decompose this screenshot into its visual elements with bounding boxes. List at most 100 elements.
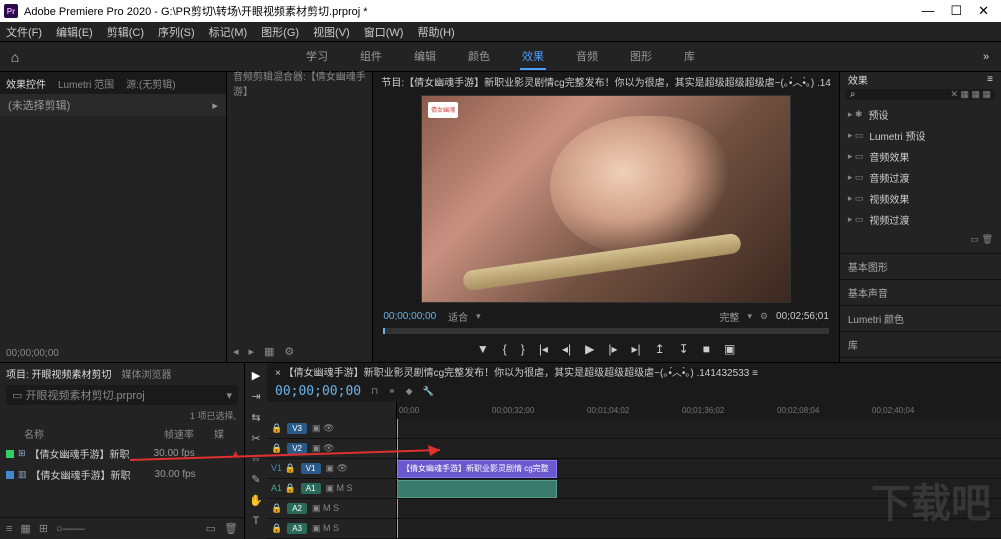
pen-tool-icon[interactable]: ✎	[251, 473, 260, 486]
trash-icon[interactable]: 🗑	[224, 522, 238, 535]
marker-icon[interactable]: ◆	[406, 386, 413, 397]
slip-tool-icon[interactable]: ⇔	[251, 453, 262, 465]
icon-view-icon[interactable]: ▦	[20, 522, 30, 535]
accordion-essential-sound[interactable]: 基本声音	[840, 280, 1001, 306]
sequence-title[interactable]: × 【倩女幽魂手游】新职业影灵剧情cg完整发布！你以为很虐，其实是超级超级超级虐…	[267, 363, 1001, 380]
track-a1[interactable]: A1 🔒A1▣ M S	[267, 479, 396, 499]
resolution[interactable]: 完整	[719, 309, 739, 324]
accordion-essential-graphics[interactable]: 基本图形	[840, 254, 1001, 280]
workspace-assembly[interactable]: 组件	[358, 44, 384, 70]
menu-marker[interactable]: 标记(M)	[209, 24, 248, 40]
accordion-lumetri-color[interactable]: Lumetri 颜色	[840, 306, 1001, 332]
zoom-slider[interactable]: ○——	[56, 523, 85, 535]
add-marker-icon[interactable]: ▼	[477, 342, 489, 356]
video-clip[interactable]: 【倩女幽魂手游】新职业影灵剧情 cg完整	[397, 460, 557, 478]
lift-icon[interactable]: ↥	[655, 342, 665, 356]
trash-icon[interactable]: 🗑	[982, 234, 993, 244]
workspace-overflow-icon[interactable]: »	[971, 51, 1001, 63]
tab-source[interactable]: 源:(无剪辑)	[126, 76, 175, 91]
tab-media-browser[interactable]: 媒体浏览器	[122, 366, 172, 381]
go-to-out-icon[interactable]: ▸|	[631, 342, 640, 356]
gear-icon[interactable]: ⚙	[760, 311, 768, 322]
track-v2[interactable]: 🔒V2▣ 👁	[267, 439, 396, 459]
timeline-ruler[interactable]: 00;00 00;00;32;00 00;01;04;02 00;01;36;0…	[397, 402, 1001, 419]
folder-video-transitions[interactable]: ▸ ▭视频过渡	[844, 209, 997, 230]
track-v1[interactable]: V1 🔒V1▣ 👁	[267, 459, 396, 479]
list-view-icon[interactable]: ≡	[6, 523, 12, 535]
video-preview[interactable]: 倩女幽魂	[421, 95, 791, 303]
wrench-icon[interactable]: 🔧	[423, 386, 434, 397]
mark-in-icon[interactable]: {	[503, 342, 507, 356]
extract-icon[interactable]: ↧	[679, 342, 689, 356]
mark-out-icon[interactable]: }	[521, 342, 525, 356]
track-v3[interactable]: 🔒V3▣ 👁	[267, 419, 396, 439]
workspace-graphics[interactable]: 图形	[628, 44, 654, 70]
menu-sequence[interactable]: 序列(S)	[158, 24, 195, 40]
new-bin-icon[interactable]: ▭	[970, 234, 979, 244]
menu-help[interactable]: 帮助(H)	[417, 24, 454, 40]
col-fps[interactable]: 帧速率	[164, 426, 214, 441]
type-tool-icon[interactable]: T	[253, 515, 260, 527]
razor-tool-icon[interactable]: ✂	[251, 432, 260, 445]
menu-window[interactable]: 窗口(W)	[364, 24, 404, 40]
workspace-audio[interactable]: 音频	[574, 44, 600, 70]
audio-clip[interactable]	[397, 480, 557, 498]
export-frame-icon[interactable]: ■	[703, 342, 710, 356]
close-button[interactable]: ✕	[978, 3, 989, 19]
prev-icon[interactable]: ◂	[233, 345, 239, 358]
track-select-tool-icon[interactable]: ⇥	[251, 390, 260, 403]
home-icon[interactable]: ⌂	[0, 49, 30, 65]
project-item[interactable]: ⊞ 【倩女幽魂手游】新职 30.00 fps ▴	[0, 443, 244, 464]
timeline-timecode[interactable]: 00;00;00;00	[275, 384, 361, 399]
chevron-right-icon[interactable]: ▸	[212, 99, 218, 112]
grid-icon[interactable]: ▦	[264, 345, 274, 358]
maximize-button[interactable]: ☐	[950, 3, 962, 19]
col-media[interactable]: 媒	[214, 426, 224, 441]
folder-audio-effects[interactable]: ▸ ▭音频效果	[844, 146, 997, 167]
program-scrubber[interactable]	[383, 328, 829, 335]
program-in-timecode[interactable]: 00;00;00;00	[383, 311, 436, 322]
workspace-effects[interactable]: 效果	[520, 44, 546, 70]
chevron-down-icon[interactable]: ▾	[747, 311, 752, 322]
hand-tool-icon[interactable]: ✋	[249, 494, 263, 507]
compare-view-icon[interactable]: ▣	[724, 342, 735, 356]
panel-menu-icon[interactable]: ≡	[987, 74, 993, 85]
menu-edit[interactable]: 编辑(E)	[56, 24, 93, 40]
menu-view[interactable]: 视图(V)	[313, 24, 350, 40]
clip-selector[interactable]: (未选择剪辑)	[8, 97, 70, 113]
filter-icon[interactable]: ▾	[226, 389, 232, 402]
folder-video-effects[interactable]: ▸ ▭视频效果	[844, 188, 997, 209]
step-forward-icon[interactable]: |▸	[608, 342, 617, 356]
tab-effect-controls[interactable]: 效果控件	[6, 76, 46, 91]
snap-icon[interactable]: ⊓	[371, 386, 378, 397]
tab-project[interactable]: 项目: 开眼视频素材剪切	[6, 366, 112, 381]
project-item[interactable]: ▥ 【倩女幽魂手游】新职 30.00 fps	[0, 464, 244, 485]
next-icon[interactable]: ▸	[248, 345, 254, 358]
link-icon[interactable]: ⚭	[388, 386, 396, 397]
effects-search[interactable]: ⌕ ✕ ▦ ▦ ▦	[846, 89, 995, 100]
zoom-fit[interactable]: 适合	[448, 309, 468, 324]
tab-lumetri-scopes[interactable]: Lumetri 范围	[58, 76, 114, 91]
go-to-in-icon[interactable]: |◂	[539, 342, 548, 356]
workspace-editing[interactable]: 编辑	[412, 44, 438, 70]
accordion-libraries[interactable]: 库	[840, 332, 1001, 358]
menu-clip[interactable]: 剪辑(C)	[107, 24, 144, 40]
track-a2[interactable]: 🔒A2▣ M S	[267, 499, 396, 519]
workspace-libraries[interactable]: 库	[682, 44, 697, 70]
col-name[interactable]: 名称	[24, 426, 164, 441]
menu-graphics[interactable]: 图形(G)	[261, 24, 299, 40]
settings-icon[interactable]: ⚙	[284, 345, 294, 358]
track-a3[interactable]: 🔒A3▣ M S	[267, 519, 396, 539]
selection-tool-icon[interactable]: ▶	[252, 369, 260, 382]
play-icon[interactable]: ▶	[585, 342, 594, 356]
folder-presets[interactable]: ▸ ✱预设	[844, 104, 997, 125]
chevron-down-icon[interactable]: ▾	[476, 311, 481, 322]
minimize-button[interactable]: —	[921, 3, 934, 19]
folder-audio-transitions[interactable]: ▸ ▭音频过渡	[844, 167, 997, 188]
step-back-icon[interactable]: ◂|	[562, 342, 571, 356]
ripple-edit-tool-icon[interactable]: ⇆	[251, 411, 260, 424]
new-item-icon[interactable]: ▭	[206, 522, 216, 535]
folder-lumetri-presets[interactable]: ▸ ▭Lumetri 预设	[844, 125, 997, 146]
workspace-color[interactable]: 颜色	[466, 44, 492, 70]
freeform-view-icon[interactable]: ⊞	[39, 522, 48, 535]
